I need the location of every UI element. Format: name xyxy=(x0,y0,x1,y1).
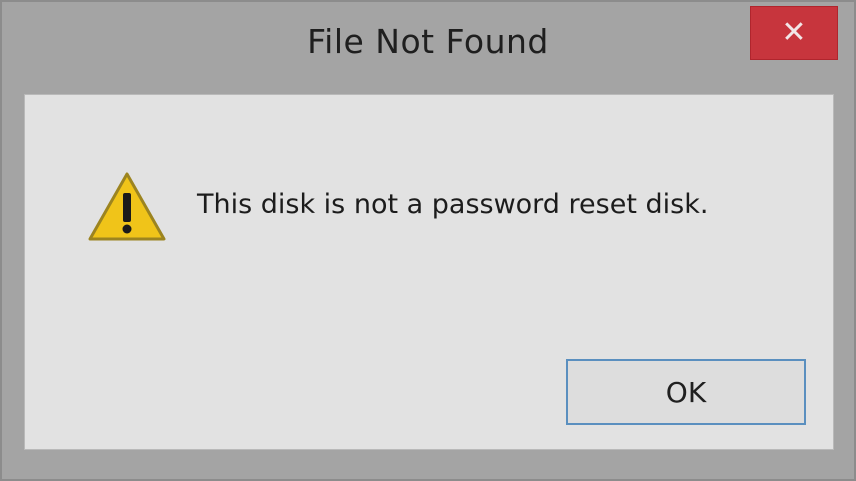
warning-icon xyxy=(88,172,166,241)
dialog-title: File Not Found xyxy=(307,22,549,61)
dialog-message: This disk is not a password reset disk. xyxy=(197,189,709,220)
dialog-window: File Not Found ✕ This disk is not a pass… xyxy=(0,0,856,481)
ok-button[interactable]: OK xyxy=(566,359,806,425)
close-button[interactable]: ✕ xyxy=(750,6,838,60)
close-icon: ✕ xyxy=(781,15,807,50)
dialog-content: This disk is not a password reset disk. … xyxy=(24,94,834,450)
title-bar[interactable]: File Not Found ✕ xyxy=(2,2,854,94)
